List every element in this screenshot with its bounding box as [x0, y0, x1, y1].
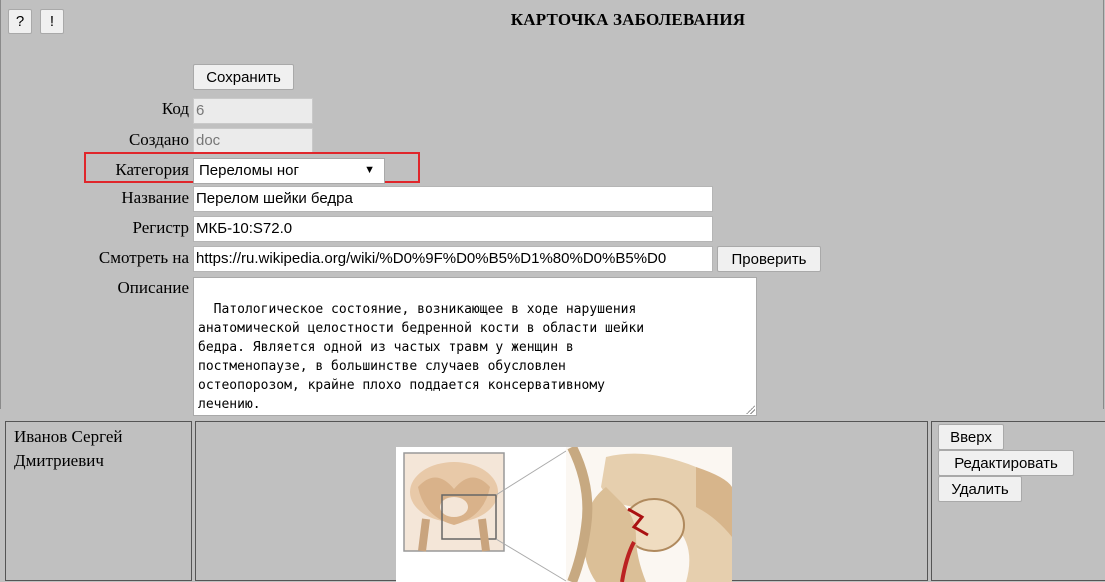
code-label: Код: [161, 99, 189, 118]
description-field[interactable]: Патологическое состояние, возникающее в …: [193, 277, 757, 416]
page-title: КАРТОЧКА ЗАБОЛЕВАНИЯ: [510, 10, 746, 29]
category-value: Переломы ног: [199, 162, 299, 179]
save-button[interactable]: Сохранить: [193, 64, 294, 90]
register-label: Регистр: [132, 218, 189, 237]
edit-button[interactable]: Редактировать: [938, 450, 1074, 476]
resize-handle-icon[interactable]: [746, 405, 755, 414]
code-field: 6: [193, 98, 313, 124]
delete-button[interactable]: Удалить: [938, 476, 1022, 502]
link-field[interactable]: https://ru.wikipedia.org/wiki/%D0%9F%D0%…: [193, 246, 713, 272]
description-text: Патологическое состояние, возникающее в …: [198, 302, 645, 412]
actions-cell: Вверх Редактировать Удалить: [931, 421, 1105, 581]
dropdown-arrow-icon: ▼: [364, 164, 375, 176]
author-cell: Иванов Сергей Дмитриевич: [5, 421, 192, 581]
author-name-line2: Дмитриевич: [14, 451, 104, 470]
name-label: Название: [121, 188, 189, 207]
register-field[interactable]: МКБ-10:S72.0: [193, 216, 713, 242]
check-button[interactable]: Проверить: [717, 246, 821, 272]
created-field: doc: [193, 128, 313, 154]
up-button[interactable]: Вверх: [938, 424, 1004, 450]
category-select[interactable]: Переломы ног ▼: [193, 158, 385, 184]
description-label: Описание: [117, 278, 189, 297]
hip-fracture-illustration: [396, 447, 732, 582]
author-name-line1: Иванов Сергей: [14, 427, 123, 446]
name-field[interactable]: Перелом шейки бедра: [193, 186, 713, 212]
image-cell: [195, 421, 928, 582]
created-label: Создано: [128, 130, 189, 149]
link-label: Смотреть на: [98, 248, 189, 267]
category-label: Категория: [115, 160, 189, 179]
help-button[interactable]: ?: [8, 9, 32, 34]
author-name: Иванов Сергей Дмитриевич: [14, 425, 122, 473]
alert-button[interactable]: !: [40, 9, 64, 34]
